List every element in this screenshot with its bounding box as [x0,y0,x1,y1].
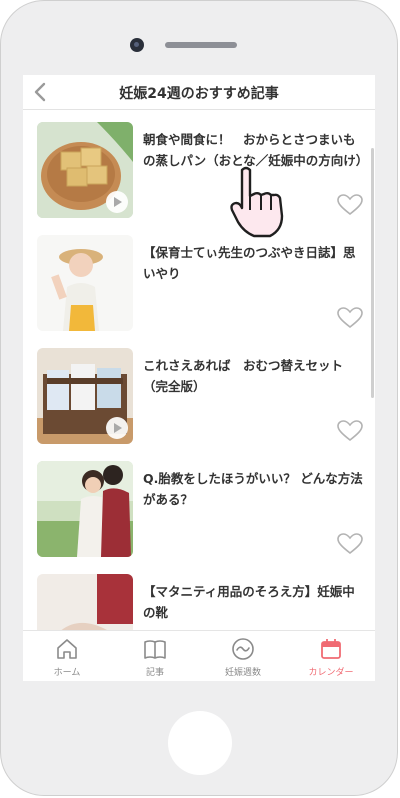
article-list[interactable]: 朝食や間食に！ おからとさつまいもの蒸しパン（おとな／妊娠中の方向け） 【保育士… [23,110,375,630]
calendar-icon [321,639,341,659]
article-thumbnail [37,235,133,331]
book-icon [144,640,166,659]
tab-calendar[interactable]: カレンダー [287,631,375,681]
home-hardware-button[interactable] [168,711,232,775]
page-title: 妊娠24週のおすすめ記事 [119,86,279,102]
tab-label: カレンダー [308,668,354,678]
article-title: Q.胎教をしたほうがいい？ どんな方法がある？ [143,471,363,507]
tap-hand-icon [230,166,284,238]
tab-pregnancy-week[interactable]: 妊娠週数 [199,631,287,681]
article-title: 【保育士てぃ先生のつぶやき日誌】思いやり [143,245,356,281]
article-title: 【マタニティ用品のそろえ方】妊娠中の靴 [143,584,355,620]
heart-icon[interactable] [337,307,363,329]
article-item[interactable]: 【保育士てぃ先生のつぶやき日誌】思いやり [37,235,367,335]
heart-icon[interactable] [337,194,363,216]
play-icon [106,417,128,439]
article-item[interactable]: 朝食や間食に！ おからとさつまいもの蒸しパン（おとな／妊娠中の方向け） [37,122,369,222]
app-screen: 妊娠24週のおすすめ記事 朝食や間食に！ おからとさつまいもの蒸しパン（おとな／… [23,75,375,681]
tab-label: 記事 [145,668,164,678]
front-camera [130,38,144,52]
play-icon [106,191,128,213]
tab-label: 妊娠週数 [224,668,261,678]
tab-articles[interactable]: 記事 [111,631,199,681]
tab-label: ホーム [53,668,81,678]
heart-icon[interactable] [337,420,363,442]
article-item[interactable]: 【マタニティ用品のそろえ方】妊娠中の靴 [37,574,367,630]
article-thumbnail [37,574,133,630]
article-title: 朝食や間食に！ おからとさつまいもの蒸しパン（おとな／妊娠中の方向け） [143,132,369,168]
article-thumbnail [37,122,133,218]
article-thumbnail [37,348,133,444]
article-item[interactable]: Q.胎教をしたほうがいい？ どんな方法がある？ [37,461,367,561]
tab-home[interactable]: ホーム [23,631,111,681]
scrollbar[interactable] [371,148,374,398]
article-title: これさえあれば おむつ替えセット（完全版） [143,358,344,394]
article-thumbnail [37,461,133,557]
article-item[interactable]: これさえあれば おむつ替えセット（完全版） [37,348,367,448]
tab-bar: ホーム 記事 妊娠週数 カレンダー [23,630,375,681]
nav-header: 妊娠24週のおすすめ記事 [23,75,375,110]
heart-icon[interactable] [337,533,363,555]
pregnancy-week-icon [232,638,254,660]
home-icon [57,639,77,659]
speaker-grille [165,42,237,48]
